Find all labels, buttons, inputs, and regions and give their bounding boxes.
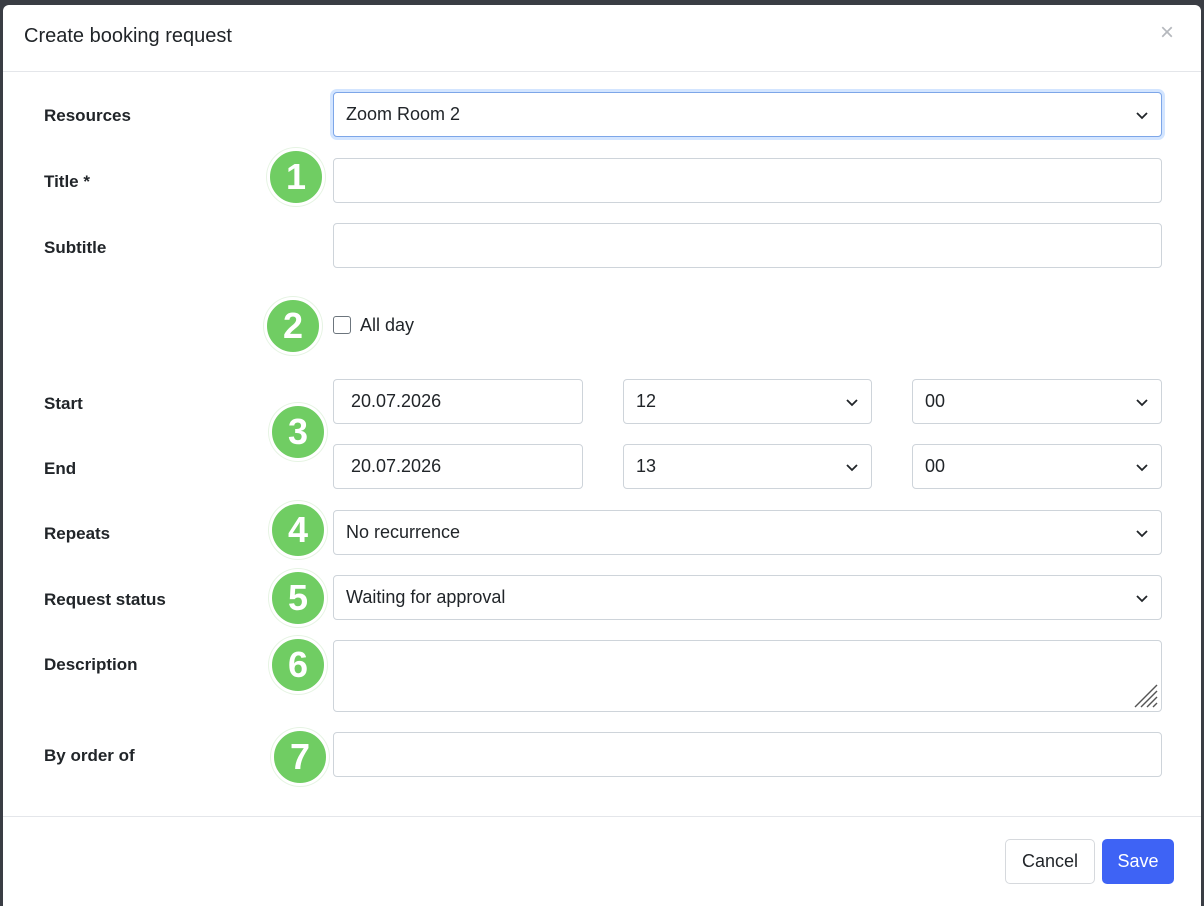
resources-select[interactable]: Zoom Room 2 (333, 92, 1162, 137)
step-badge-2: 2 (264, 297, 322, 355)
dialog-title: Create booking request (24, 25, 232, 47)
start-hour-value: 12 (636, 391, 657, 411)
start-label: Start (44, 394, 83, 413)
chevron-down-icon (1135, 526, 1149, 540)
end-minute-value: 00 (925, 456, 946, 476)
repeats-label: Repeats (44, 524, 111, 543)
start-hour-select[interactable]: 12 (623, 379, 872, 424)
end-date-input[interactable]: 20.07.2026 (333, 444, 583, 489)
request-status-select[interactable]: Waiting for approval (333, 575, 1162, 620)
subtitle-label: Subtitle (44, 238, 107, 257)
chevron-down-icon (845, 395, 859, 409)
repeats-value: No recurrence (346, 522, 461, 542)
dialog-footer: Cancel Save (3, 816, 1201, 906)
end-date-value: 20.07.2026 (351, 456, 442, 476)
step-badge-5: 5 (269, 569, 327, 627)
title-input[interactable] (333, 158, 1162, 203)
request-status-label: Request status (44, 590, 166, 609)
chevron-down-icon (845, 460, 859, 474)
all-day-checkbox[interactable] (333, 316, 351, 334)
resize-grip-icon[interactable] (1133, 683, 1159, 709)
chevron-down-icon (1135, 395, 1149, 409)
start-minute-select[interactable]: 00 (912, 379, 1162, 424)
dialog-header: Create booking request × (3, 5, 1201, 72)
chevron-down-icon (1135, 108, 1149, 122)
chevron-down-icon (1135, 460, 1149, 474)
close-icon[interactable]: × (1155, 21, 1179, 45)
start-date-value: 20.07.2026 (351, 391, 442, 411)
request-status-value: Waiting for approval (346, 587, 506, 607)
step-badge-7: 7 (271, 728, 329, 786)
booking-dialog: Create booking request × Resources Zoom … (3, 5, 1201, 906)
step-badge-1: 1 (267, 148, 325, 206)
by-order-of-label: By order of (44, 746, 135, 765)
end-hour-select[interactable]: 13 (623, 444, 872, 489)
end-label: End (44, 459, 77, 478)
step-badge-6: 6 (269, 636, 327, 694)
description-textarea[interactable] (333, 640, 1162, 712)
step-badge-3: 3 (269, 403, 327, 461)
save-button[interactable]: Save (1102, 839, 1174, 884)
chevron-down-icon (1135, 591, 1149, 605)
all-day-label: All day (360, 315, 415, 335)
by-order-of-input[interactable] (333, 732, 1162, 777)
cancel-button[interactable]: Cancel (1005, 839, 1095, 884)
resources-value: Zoom Room 2 (346, 104, 461, 124)
repeats-select[interactable]: No recurrence (333, 510, 1162, 555)
end-hour-value: 13 (636, 456, 657, 476)
start-date-input[interactable]: 20.07.2026 (333, 379, 583, 424)
description-label: Description (44, 655, 138, 674)
start-minute-value: 00 (925, 391, 946, 411)
end-minute-select[interactable]: 00 (912, 444, 1162, 489)
subtitle-input[interactable] (333, 223, 1162, 268)
title-label: Title * (44, 172, 90, 191)
step-badge-4: 4 (269, 501, 327, 559)
resources-label: Resources (44, 106, 131, 125)
